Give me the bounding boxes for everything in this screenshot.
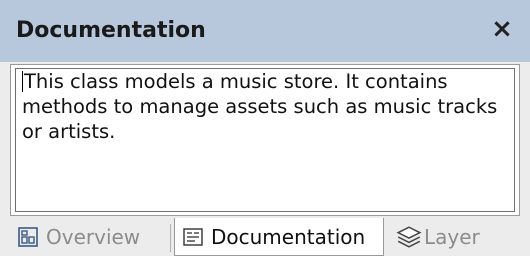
- documentation-editor[interactable]: This class models a music store. It cont…: [10, 64, 520, 216]
- tab-layer[interactable]: Layer: [388, 218, 498, 256]
- documentation-text-area[interactable]: This class models a music store. It cont…: [15, 68, 515, 212]
- text-caret: [22, 71, 23, 92]
- tab-overview-label: Overview: [46, 225, 141, 249]
- overview-icon: [18, 227, 38, 247]
- documentation-text: This class models a music store. It cont…: [22, 70, 498, 143]
- documentation-panel: Documentation × This class models a musi…: [0, 0, 530, 256]
- tab-documentation[interactable]: Documentation: [174, 218, 384, 256]
- tab-layer-label: Layer: [424, 225, 480, 249]
- panel-tab-bar: Overview Documentation Layer: [0, 218, 530, 256]
- documentation-icon: [183, 227, 203, 246]
- tab-overview[interactable]: Overview: [10, 218, 162, 256]
- layer-icon: [396, 226, 422, 248]
- tab-documentation-label: Documentation: [211, 224, 366, 249]
- tab-divider: [170, 224, 171, 252]
- panel-titlebar: Documentation ×: [0, 0, 530, 62]
- panel-title: Documentation: [16, 18, 206, 43]
- close-icon[interactable]: ×: [488, 14, 516, 44]
